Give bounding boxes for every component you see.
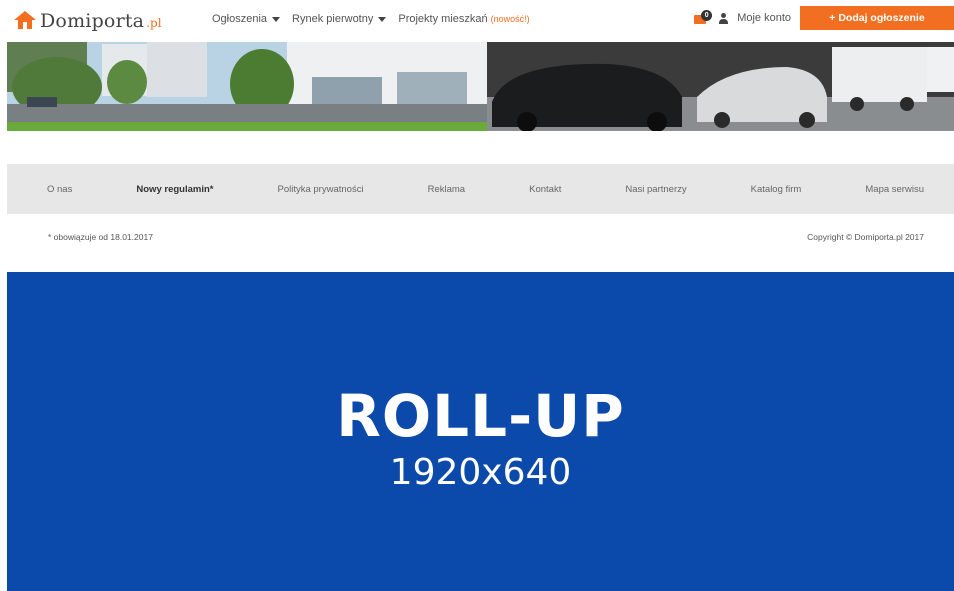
house-logo-icon — [14, 11, 36, 29]
messages-count-badge: 0 — [701, 10, 713, 21]
footer-nav: O nas Nowy regulamin* Polityka prywatnoś… — [7, 164, 954, 214]
footer-link-mapa[interactable]: Mapa serwisu — [865, 184, 924, 195]
header-actions: 0 Moje konto + Dodaj ogłoszenie — [694, 6, 954, 30]
nav-label: Rynek pierwotny — [292, 13, 374, 25]
footer-link-regulamin[interactable]: Nowy regulamin* — [136, 184, 213, 195]
banner-image — [7, 42, 954, 131]
main-nav: Ogłoszenia Rynek pierwotny Projekty mies… — [212, 13, 542, 25]
footer-link-katalog[interactable]: Katalog firm — [751, 184, 802, 195]
footer-link-reklama[interactable]: Reklama — [428, 184, 466, 195]
nav-label: Projekty mieszkań — [398, 13, 488, 25]
caret-down-icon — [378, 16, 387, 22]
nav-projekty-mieszkan[interactable]: Projekty mieszkań (nowość!) — [398, 13, 529, 25]
new-tag: (nowość!) — [490, 14, 530, 24]
copyright: Copyright © Domiporta.pl 2017 — [807, 232, 924, 242]
logo-suffix: .pl — [146, 16, 162, 30]
nav-rynek-pierwotny[interactable]: Rynek pierwotny — [292, 13, 387, 25]
footer-link-o-nas[interactable]: O nas — [47, 184, 72, 195]
nav-label: Ogłoszenia — [212, 13, 268, 25]
rollup-size: 1920x640 — [389, 452, 572, 493]
logo[interactable]: Domiporta .pl — [14, 9, 162, 32]
footer-link-polityka[interactable]: Polityka prywatności — [278, 184, 364, 195]
logo-text: Domiporta — [40, 10, 145, 32]
rollup-ad[interactable]: ROLL-UP 1920x640 — [7, 272, 954, 591]
regulation-note: * obowiązuje od 18.01.2017 — [48, 232, 153, 242]
nav-ogloszenia[interactable]: Ogłoszenia — [212, 13, 281, 25]
site-header: Domiporta .pl Ogłoszenia Rynek pierwotny… — [0, 0, 954, 40]
user-icon[interactable] — [718, 12, 729, 24]
footer-link-kontakt[interactable]: Kontakt — [529, 184, 561, 195]
footer-link-partnerzy[interactable]: Nasi partnerzy — [625, 184, 686, 195]
messages-icon[interactable]: 0 — [694, 10, 713, 24]
add-listing-button[interactable]: + Dodaj ogłoszenie — [800, 6, 954, 30]
caret-down-icon — [272, 16, 281, 22]
account-link[interactable]: Moje konto — [737, 12, 791, 24]
rollup-title: ROLL-UP — [336, 382, 625, 450]
